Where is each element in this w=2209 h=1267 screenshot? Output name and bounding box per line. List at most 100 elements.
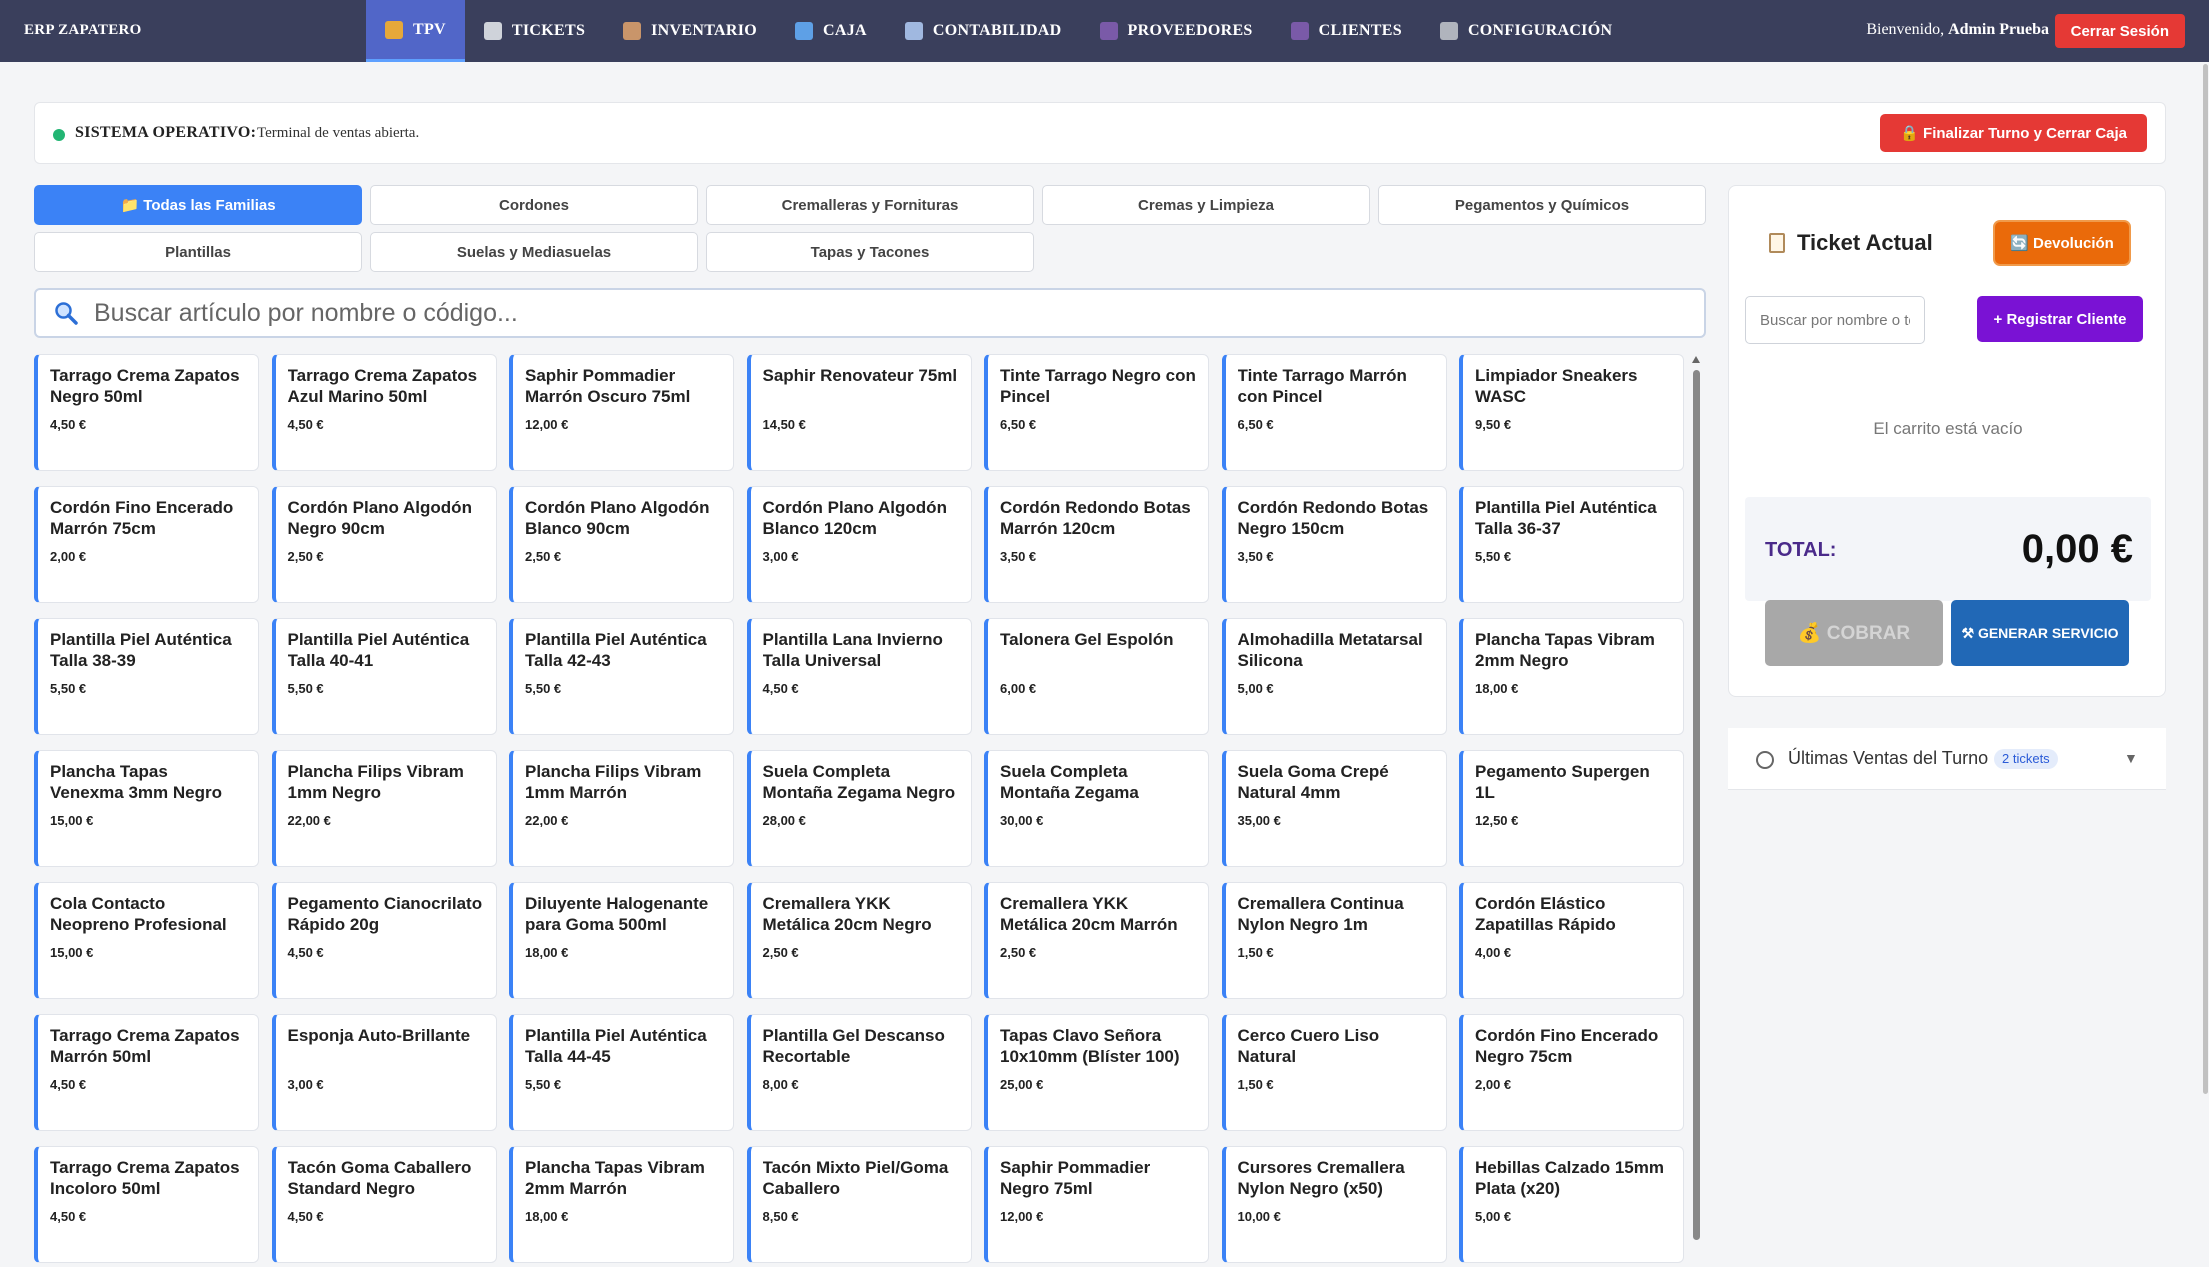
register-customer-button[interactable]: + Registrar Cliente [1977, 296, 2143, 342]
category-button[interactable]: Cremas y Limpieza [1042, 185, 1370, 225]
product-card[interactable]: Cordón Plano Algodón Blanco 90cm 2,50 € [509, 486, 734, 603]
category-button[interactable]: Tapas y Tacones [706, 232, 1034, 272]
nav-item-contabilidad[interactable]: CONTABILIDAD [886, 0, 1081, 62]
people-icon [1099, 22, 1118, 40]
recent-sales-title: Últimas Ventas del Turno [1788, 748, 1989, 768]
scrollbar-thumb[interactable] [1693, 370, 1700, 1240]
product-card[interactable]: Tarrago Crema Zapatos Negro 50ml 4,50 € [34, 354, 259, 471]
product-card[interactable]: Suela Completa Montaña Zegama Bicolor 30,… [984, 750, 1209, 867]
nav-item-configuracion[interactable]: CONFIGURACIÓN [1421, 0, 1631, 62]
product-name: Saphir Renovateur 75ml [762, 366, 958, 385]
product-price: 5,00 € [1237, 681, 1274, 696]
product-card[interactable]: Pegamento Cianocrilato Rápido 20g 4,50 € [271, 882, 497, 999]
product-card[interactable]: Cordón Fino Encerado Negro 75cm 2,00 € [1459, 1014, 1684, 1131]
category-button[interactable]: 📁 Todas las Familias [34, 185, 362, 225]
product-card[interactable]: Plantilla Piel Auténtica Talla 38-39 5,50… [34, 618, 259, 735]
close-shift-button[interactable]: 🔒 Finalizar Turno y Cerrar Caja [1880, 114, 2147, 152]
generate-service-button[interactable]: ⚒ GENERAR SERVICIO [1951, 600, 2129, 666]
product-name: Cremallera YKK Metálica 20cm Negro [762, 894, 932, 934]
recent-sales-accordion[interactable]: Últimas Ventas del Turno 2 tickets ▼ [1728, 728, 2166, 790]
category-button[interactable]: Cordones [370, 185, 698, 225]
product-card[interactable]: Pegamento Supergen 1L 12,50 € [1459, 750, 1684, 867]
nav-item-inventario[interactable]: INVENTARIO [604, 0, 776, 62]
product-card[interactable]: Plancha Tapas Vibram 2mm Negro 18,00 € [1459, 618, 1684, 735]
product-card[interactable]: Tacón Goma Caballero Standard Negro 4,50 … [271, 1146, 497, 1263]
product-name: Plancha Tapas Vibram 2mm Marrón [525, 1158, 705, 1198]
product-card[interactable]: Suela Goma Crepé Natural 4mm 35,00 € [1221, 750, 1447, 867]
product-card[interactable]: Plantilla Piel Auténtica Talla 36-37 5,50… [1459, 486, 1684, 603]
product-card[interactable]: Hebillas Calzado 15mm Plata (x20) 5,00 € [1459, 1146, 1684, 1263]
product-card[interactable]: Plantilla Gel Descanso Recortable 8,00 € [746, 1014, 972, 1131]
product-card[interactable]: Tarrago Crema Zapatos Azul Marino 50ml 4,… [271, 354, 497, 471]
category-button[interactable]: Suelas y Mediasuelas [370, 232, 698, 272]
product-name: Cordón Plano Algodón Blanco 120cm [762, 498, 947, 538]
product-card[interactable]: Cordón Plano Algodón Negro 90cm 2,50 € [271, 486, 497, 603]
status-indicator-icon [53, 129, 65, 141]
charge-button[interactable]: 💰 COBRAR [1765, 600, 1943, 666]
product-grid-scrollbar[interactable] [1690, 356, 1702, 1246]
product-card[interactable]: Cordón Plano Algodón Blanco 120cm 3,00 € [746, 486, 972, 603]
product-card[interactable]: Cremallera Continua Nylon Negro 1m 1,50 € [1221, 882, 1447, 999]
product-card[interactable]: Cordón Redondo Botas Negro 150cm 3,50 € [1221, 486, 1447, 603]
product-card[interactable]: Cerco Cuero Liso Natural 1,50 € [1221, 1014, 1447, 1131]
product-card[interactable]: Diluyente Halogenante para Goma 500ml 18,… [509, 882, 734, 999]
product-card[interactable]: Tacón Mixto Piel/Goma Caballero 8,50 € [746, 1146, 972, 1263]
nav-item-tickets[interactable]: TICKETS [465, 0, 604, 62]
product-card[interactable]: Cremallera YKK Metálica 20cm Marrón 2,50 … [984, 882, 1209, 999]
product-card[interactable]: Plancha Tapas Venexma 3mm Negro 15,00 € [34, 750, 259, 867]
product-price: 4,50 € [50, 1077, 87, 1092]
empty-cart-message: El carrito está vacío [1873, 419, 2023, 438]
nav-item-tpv[interactable]: TPV [366, 0, 465, 62]
logout-button[interactable]: Cerrar Sesión [2054, 14, 2185, 48]
product-card[interactable]: Cordón Redondo Botas Marrón 120cm 3,50 € [984, 486, 1209, 603]
product-card[interactable]: Tapas Clavo Señora 10x10mm (Blíster 100)… [984, 1014, 1209, 1131]
product-card[interactable]: Saphir Pommadier Marrón Oscuro 75ml 12,00… [509, 354, 734, 471]
product-card[interactable]: Almohadilla Metatarsal Silicona 5,00 € [1221, 618, 1447, 735]
product-card[interactable]: Plancha Filips Vibram 1mm Marrón 22,00 € [509, 750, 734, 867]
product-card[interactable]: Cordón Fino Encerado Marrón 75cm 2,00 € [34, 486, 259, 603]
category-button[interactable]: Cremalleras y Fornituras [706, 185, 1034, 225]
product-card[interactable]: Talonera Gel Espolón 6,00 € [984, 618, 1209, 735]
product-card[interactable]: Suela Completa Montaña Zegama Negro 28,00… [746, 750, 972, 867]
refund-button[interactable]: 🔄 Devolución [1993, 220, 2131, 266]
search-icon [55, 302, 78, 325]
product-name: Plantilla Gel Descanso Recortable [762, 1026, 945, 1066]
product-name: Cordón Redondo Botas Negro 150cm [1237, 498, 1429, 538]
product-name: Tinte Tarrago Marrón con Pincel [1237, 366, 1407, 406]
product-card[interactable]: Tinte Tarrago Marrón con Pincel 6,50 € [1221, 354, 1447, 471]
product-card[interactable]: Cursores Cremallera Nylon Negro (x50) 10,… [1221, 1146, 1447, 1263]
product-card[interactable]: Tarrago Crema Zapatos Marrón 50ml 4,50 € [34, 1014, 259, 1131]
category-button[interactable]: Pegamentos y Químicos [1378, 185, 1706, 225]
product-card[interactable]: Plantilla Lana Invierno Talla Universal 4… [746, 618, 972, 735]
category-button[interactable]: Plantillas [34, 232, 362, 272]
product-card[interactable]: Plancha Tapas Vibram 2mm Marrón 18,00 € [509, 1146, 734, 1263]
product-card[interactable]: Plantilla Piel Auténtica Talla 42-43 5,50… [509, 618, 734, 735]
customer-search-input[interactable] [1745, 296, 1925, 344]
chevron-down-icon[interactable]: ▼ [2124, 750, 2138, 766]
nav-item-label: CLIENTES [1318, 22, 1402, 39]
product-card[interactable]: Saphir Pommadier Negro 75ml 12,00 € [984, 1146, 1209, 1263]
product-card[interactable]: Tarrago Crema Zapatos Incoloro 50ml 4,50 … [34, 1146, 259, 1263]
product-price: 3,00 € [287, 1077, 324, 1092]
nav-item-proveedores[interactable]: PROVEEDORES [1081, 0, 1272, 62]
product-card[interactable]: Esponja Auto-Brillante 3,00 € [271, 1014, 497, 1131]
product-card[interactable]: Cordón Elástico Zapatillas Rápido 4,00 € [1459, 882, 1684, 999]
product-price: 5,00 € [1475, 1209, 1512, 1224]
product-price: 30,00 € [1000, 813, 1044, 828]
scroll-up-arrow-icon[interactable] [1692, 356, 1700, 363]
product-name: Suela Goma Crepé Natural 4mm [1237, 762, 1389, 802]
product-card[interactable]: Plantilla Piel Auténtica Talla 44-45 5,50… [509, 1014, 734, 1131]
product-price: 14,50 € [762, 417, 806, 432]
product-card[interactable]: Cremallera YKK Metálica 20cm Negro 2,50 € [746, 882, 972, 999]
nav-item-clientes[interactable]: CLIENTES [1272, 0, 1421, 62]
product-name: Tarrago Crema Zapatos Negro 50ml [50, 366, 240, 406]
product-card[interactable]: Saphir Renovateur 75ml 14,50 € [746, 354, 972, 471]
page-scrollbar[interactable] [2203, 64, 2208, 1094]
product-card[interactable]: Cola Contacto Neopreno Profesional 1L 15,… [34, 882, 259, 999]
nav-item-caja[interactable]: CAJA [776, 0, 886, 62]
product-card[interactable]: Tinte Tarrago Negro con Pincel 6,50 € [984, 354, 1209, 471]
product-card[interactable]: Plantilla Piel Auténtica Talla 40-41 5,50… [271, 618, 497, 735]
product-search-input[interactable] [94, 296, 1674, 330]
product-card[interactable]: Plancha Filips Vibram 1mm Negro 22,00 € [271, 750, 497, 867]
product-card[interactable]: Limpiador Sneakers WASC 9,50 € [1459, 354, 1684, 471]
